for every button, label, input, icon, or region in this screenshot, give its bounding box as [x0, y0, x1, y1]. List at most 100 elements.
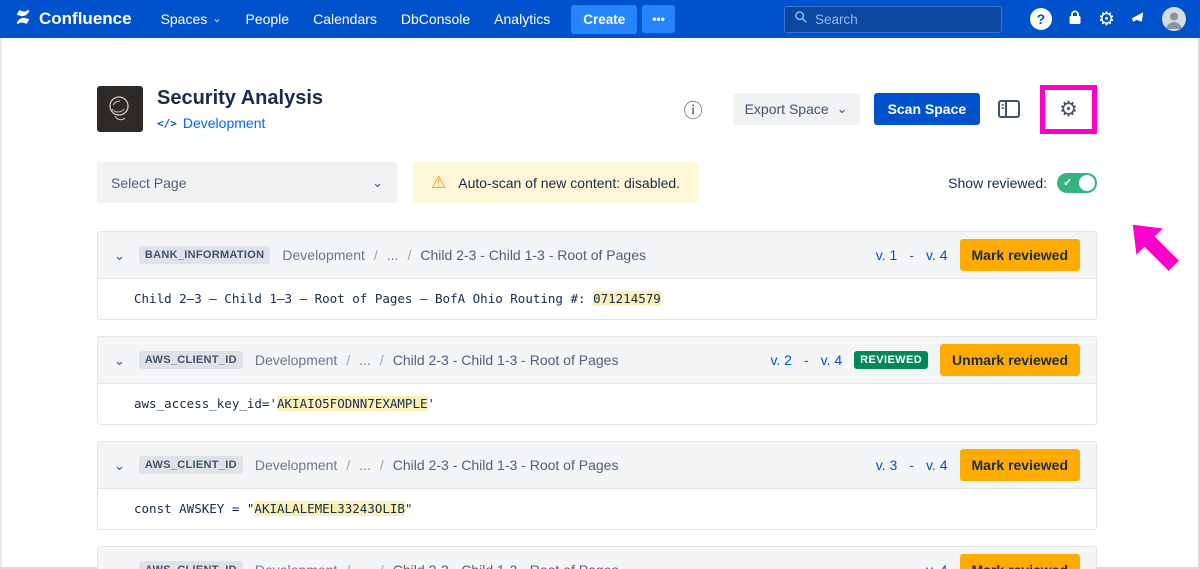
- finding-header: ⌄ AWS_CLIENT_ID Development / ... / Chil…: [98, 337, 1096, 383]
- page: Confluence Spaces ⌄ People Calendars DbC…: [0, 0, 1200, 569]
- secret-highlight: 071214579: [593, 291, 661, 306]
- nav-item-spaces[interactable]: Spaces ⌄: [150, 5, 233, 33]
- show-reviewed-toggle[interactable]: ✓: [1057, 173, 1097, 193]
- unmark-reviewed-button[interactable]: Unmark reviewed: [940, 344, 1080, 376]
- finding-actions: v. 1 - v. 4 Mark reviewed: [876, 239, 1080, 271]
- version-to-link[interactable]: v. 4: [821, 352, 843, 368]
- sidebar-toggle-button[interactable]: [994, 96, 1024, 122]
- gear-icon[interactable]: ⚙: [1098, 10, 1115, 29]
- search-input[interactable]: [815, 12, 992, 27]
- chevron-down-icon: ⌄: [372, 175, 383, 191]
- space-type-icon: </>: [157, 117, 177, 130]
- breadcrumb-ellipsis[interactable]: ...: [359, 352, 371, 368]
- nav-icons: ? ⚙: [1030, 7, 1186, 31]
- search-box[interactable]: [784, 6, 1002, 33]
- breadcrumb-ellipsis[interactable]: ...: [359, 457, 371, 473]
- breadcrumb-page[interactable]: Child 2-3 - Child 1-3 - Root of Pages: [393, 352, 619, 368]
- breadcrumb-page[interactable]: Child 2-3 - Child 1-3 - Root of Pages: [393, 562, 619, 569]
- version-to-link[interactable]: v. 4: [926, 562, 948, 569]
- version-to-link[interactable]: v. 4: [926, 247, 948, 263]
- chevron-down-icon: ⌄: [212, 15, 221, 23]
- expand-chevron-icon[interactable]: ⌄: [114, 459, 125, 472]
- megaphone-icon[interactable]: [1130, 9, 1147, 29]
- gear-icon: ⚙: [1059, 99, 1078, 120]
- finding-header: ⌄ AWS_CLIENT_ID Development / ... / Chil…: [98, 547, 1096, 569]
- finding-snippet: const AWSKEY = "AKIALALEMEL33243OLIB": [98, 488, 1096, 529]
- header-toolbar: ⓘ Export Space ⌄ Scan Space ⚙: [684, 93, 1097, 125]
- space-avatar: [97, 86, 143, 132]
- secret-highlight: AKIALALEMEL33243OLIB: [254, 501, 405, 516]
- nav-item-dbconsole[interactable]: DbConsole: [390, 5, 481, 33]
- finding-actions: v. 4 Mark reviewed: [926, 554, 1080, 569]
- version-from-link[interactable]: v. 2: [770, 352, 792, 368]
- secret-highlight: AKIAIO5FODNN7EXAMPLE: [277, 396, 428, 411]
- space-link[interactable]: Development: [183, 115, 266, 131]
- breadcrumb: Development / ... / Child 2-3 - Child 1-…: [255, 352, 619, 368]
- info-icon[interactable]: ⓘ: [684, 96, 703, 123]
- breadcrumb-ellipsis[interactable]: ...: [359, 562, 371, 569]
- space-settings-gear-button[interactable]: ⚙: [1055, 95, 1082, 124]
- lock-icon[interactable]: [1067, 9, 1083, 30]
- version-from-link[interactable]: v. 3: [876, 457, 898, 473]
- expand-chevron-icon[interactable]: ⌄: [114, 564, 125, 569]
- avatar[interactable]: [1162, 7, 1186, 31]
- finding-actions: v. 2 - v. 4 REVIEWED Unmark reviewed: [770, 344, 1080, 376]
- breadcrumb-space[interactable]: Development: [255, 562, 338, 569]
- show-reviewed-control: Show reviewed: ✓: [948, 173, 1097, 193]
- finding-header: ⌄ AWS_CLIENT_ID Development / ... / Chil…: [98, 442, 1096, 488]
- expand-chevron-icon[interactable]: ⌄: [114, 249, 125, 262]
- select-page-dropdown[interactable]: Select Page ⌄: [97, 162, 397, 203]
- help-icon[interactable]: ?: [1030, 8, 1052, 30]
- annotation-highlight-box: ⚙: [1040, 85, 1097, 134]
- breadcrumb-page[interactable]: Child 2-3 - Child 1-3 - Root of Pages: [420, 247, 646, 263]
- finding-card: ⌄ AWS_CLIENT_ID Development / ... / Chil…: [97, 336, 1097, 425]
- page-title: Security Analysis: [157, 87, 323, 110]
- nav-item-calendars[interactable]: Calendars: [302, 5, 388, 33]
- expand-chevron-icon[interactable]: ⌄: [114, 354, 125, 367]
- breadcrumb: Development / ... / Child 2-3 - Child 1-…: [255, 562, 619, 569]
- create-button[interactable]: Create: [571, 5, 637, 34]
- finding-snippet: aws_access_key_id='AKIAIO5FODNN7EXAMPLE': [98, 383, 1096, 424]
- confluence-logo[interactable]: Confluence: [14, 8, 132, 31]
- main-content: Security Analysis </> Development ⓘ Expo…: [97, 38, 1097, 569]
- version-to-link[interactable]: v. 4: [926, 457, 948, 473]
- breadcrumb-page[interactable]: Child 2-3 - Child 1-3 - Root of Pages: [393, 457, 619, 473]
- nav-item-people[interactable]: People: [234, 5, 300, 33]
- autoscan-warning: ⚠ Auto-scan of new content: disabled.: [413, 162, 698, 203]
- mark-reviewed-button[interactable]: Mark reviewed: [960, 449, 1081, 481]
- breadcrumb-ellipsis[interactable]: ...: [387, 247, 399, 263]
- finding-type-badge: BANK_INFORMATION: [139, 246, 270, 264]
- breadcrumb-space[interactable]: Development: [255, 352, 338, 368]
- finding-actions: v. 3 - v. 4 Mark reviewed: [876, 449, 1080, 481]
- version-from-link[interactable]: v. 1: [876, 247, 898, 263]
- breadcrumb-space[interactable]: Development: [282, 247, 365, 263]
- finding-card: ⌄ BANK_INFORMATION Development / ... / C…: [97, 231, 1097, 320]
- nav-item-analytics[interactable]: Analytics: [483, 5, 561, 33]
- warning-icon: ⚠: [431, 174, 446, 191]
- controls-row: Select Page ⌄ ⚠ Auto-scan of new content…: [97, 162, 1097, 203]
- breadcrumb: Development / ... / Child 2-3 - Child 1-…: [255, 457, 619, 473]
- brand-name: Confluence: [39, 9, 132, 29]
- export-space-button[interactable]: Export Space ⌄: [733, 93, 860, 125]
- warning-text: Auto-scan of new content: disabled.: [458, 175, 680, 191]
- search-icon: [794, 10, 807, 28]
- annotation-arrow: [1124, 216, 1184, 276]
- finding-type-badge: AWS_CLIENT_ID: [139, 561, 243, 569]
- mark-reviewed-button[interactable]: Mark reviewed: [960, 239, 1081, 271]
- space-header: Security Analysis </> Development ⓘ Expo…: [97, 86, 1097, 132]
- mark-reviewed-button[interactable]: Mark reviewed: [960, 554, 1081, 569]
- reviewed-badge: REVIEWED: [854, 351, 928, 369]
- finding-header: ⌄ BANK_INFORMATION Development / ... / C…: [98, 232, 1096, 278]
- scan-space-button[interactable]: Scan Space: [874, 93, 981, 125]
- chevron-down-icon: ⌄: [837, 101, 848, 117]
- finding-type-badge: AWS_CLIENT_ID: [139, 456, 243, 474]
- finding-card: ⌄ AWS_CLIENT_ID Development / ... / Chil…: [97, 441, 1097, 530]
- finding-type-badge: AWS_CLIENT_ID: [139, 351, 243, 369]
- toggle-knob: [1079, 175, 1095, 191]
- nav-more-button[interactable]: •••: [642, 5, 675, 33]
- finding-snippet: Child 2–3 – Child 1–3 – Root of Pages – …: [98, 278, 1096, 319]
- confluence-mark-icon: [14, 8, 32, 31]
- top-nav: Confluence Spaces ⌄ People Calendars DbC…: [0, 0, 1200, 38]
- check-icon: ✓: [1063, 176, 1072, 189]
- breadcrumb-space[interactable]: Development: [255, 457, 338, 473]
